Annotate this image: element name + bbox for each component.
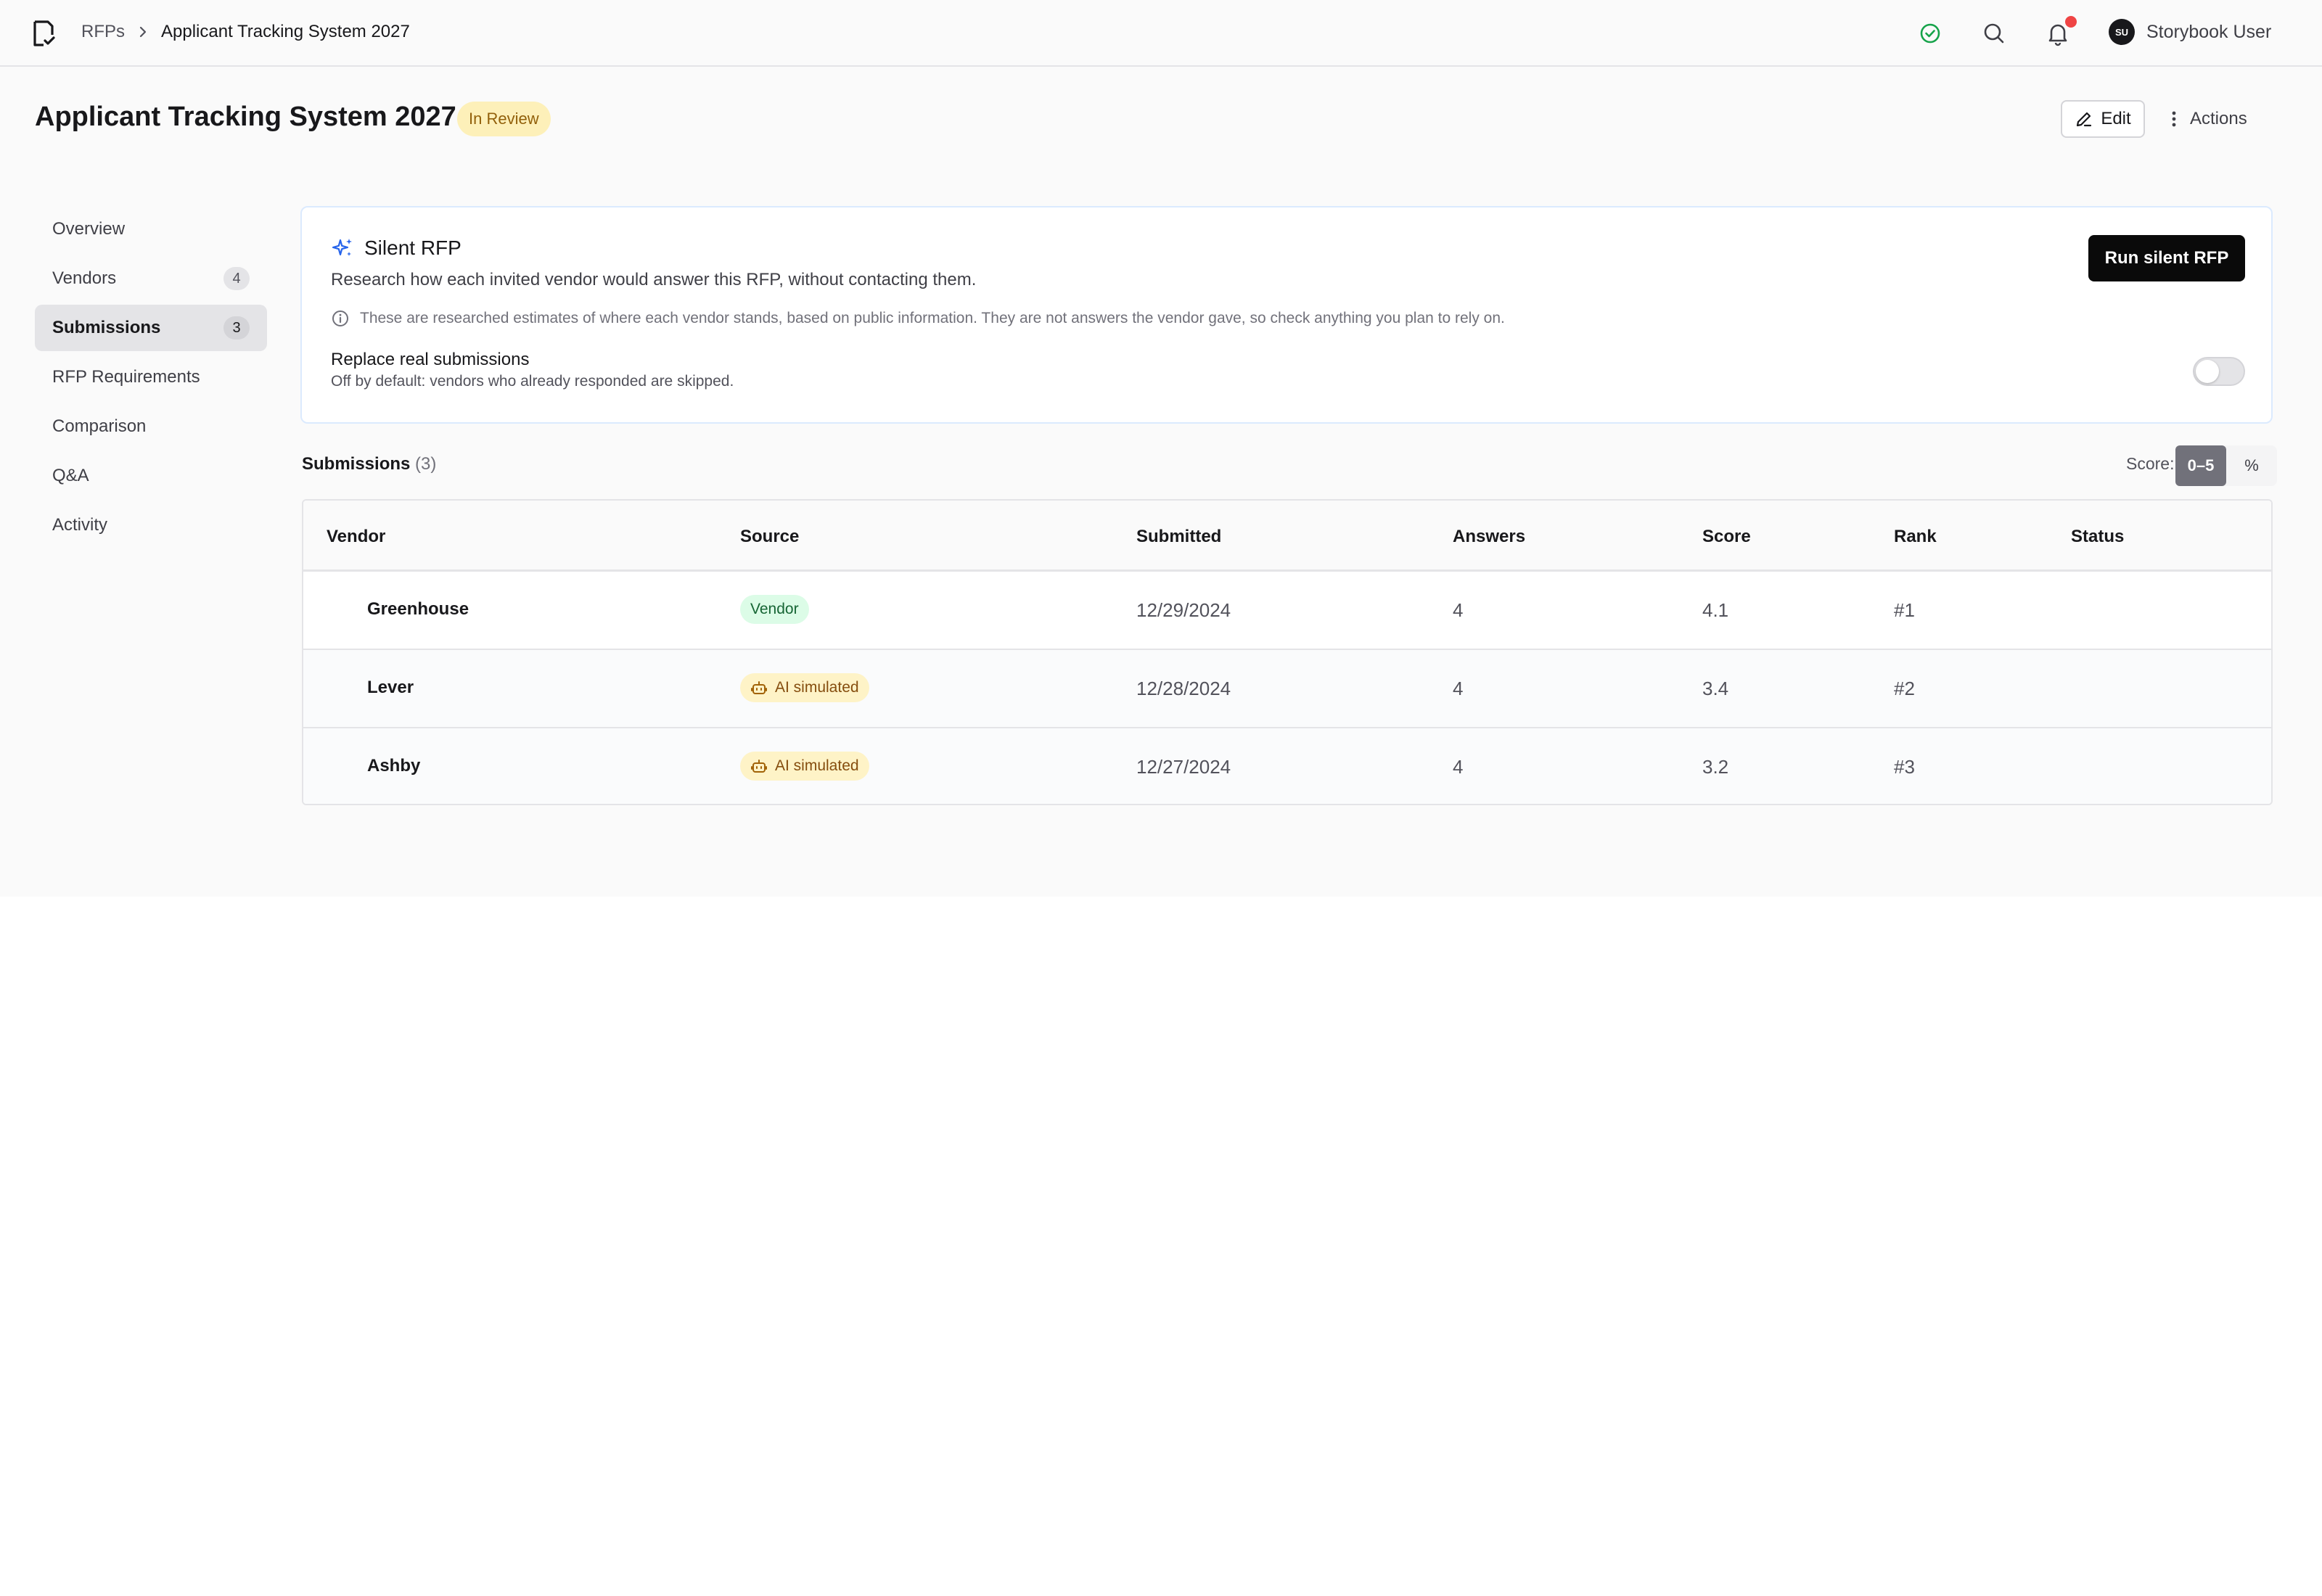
sidebar-item-vendors[interactable]: Vendors 4 (35, 255, 267, 302)
submitted-date: 12/28/2024 (1136, 678, 1231, 699)
document-check-logo-icon[interactable] (29, 19, 58, 48)
column-header-score[interactable]: Score (1702, 527, 1751, 547)
status-badge: In Review (457, 102, 551, 136)
sidebar-item-submissions[interactable]: Submissions 3 (35, 305, 267, 351)
actions-button-label: Actions (2190, 109, 2247, 128)
pencil-icon (2077, 112, 2092, 127)
sidebar: Overview Vendors 4 Submissions 3 RFP Req… (35, 206, 267, 551)
sidebar-item-label: Vendors (52, 268, 117, 288)
replace-submissions-help: Off by default: vendors who already resp… (331, 373, 734, 390)
silent-rfp-description: Research how each invited vendor would a… (331, 270, 977, 289)
search-icon[interactable] (1981, 20, 2007, 46)
submitted-date: 12/29/2024 (1136, 599, 1231, 621)
silent-rfp-disclaimer: These are researched estimates of where … (331, 309, 1505, 328)
score-mode-toggle: 0–5 % (2175, 445, 2277, 486)
sidebar-item-comparison[interactable]: Comparison (35, 403, 267, 450)
table-row[interactable]: Lever AI simulated 12/28/2024 4 3.4 #2 (303, 650, 2271, 728)
count-badge: 3 (223, 316, 250, 340)
submissions-heading: Submissions (3) (302, 454, 436, 474)
breadcrumb-rfps-link[interactable]: RFPs (81, 22, 125, 42)
source-badge-ai-simulated: AI simulated (740, 673, 869, 702)
answers-count: 4 (1453, 599, 1464, 621)
disclaimer-text: These are researched estimates of where … (360, 310, 1505, 326)
silent-rfp-header: Silent RFP (331, 236, 461, 260)
score-mode-0-5[interactable]: 0–5 (2175, 445, 2226, 486)
rank-value: #3 (1894, 756, 1915, 778)
top-bar: RFPs Applicant Tracking System 2027 SU S… (0, 0, 2322, 67)
sidebar-item-qa[interactable]: Q&A (35, 453, 267, 499)
user-menu[interactable]: SU Storybook User (2109, 19, 2271, 45)
rank-value: #2 (1894, 678, 1915, 699)
score-mode-percent[interactable]: % (2226, 445, 2277, 486)
page-title: Applicant Tracking System 2027 (35, 102, 456, 132)
sidebar-item-label: Submissions (52, 318, 161, 337)
source-label: Vendor (750, 601, 799, 617)
app-shell: RFPs Applicant Tracking System 2027 SU S… (0, 0, 2322, 897)
sidebar-item-label: Comparison (52, 416, 147, 436)
answers-count: 4 (1453, 678, 1464, 699)
edit-button[interactable]: Edit (2061, 100, 2145, 138)
table-header: Vendor Source Submitted Answers Score Ra… (303, 501, 2271, 572)
sidebar-item-overview[interactable]: Overview (35, 206, 267, 252)
toggle-knob (2196, 360, 2219, 383)
sidebar-item-rfp-requirements[interactable]: RFP Requirements (35, 354, 267, 400)
user-name: Storybook User (2146, 21, 2272, 42)
sidebar-item-label: Overview (52, 219, 126, 239)
submissions-title: Submissions (302, 454, 411, 474)
info-icon (332, 310, 348, 326)
score-mode-label: Score: (2126, 454, 2175, 473)
sidebar-item-label: RFP Requirements (52, 367, 200, 387)
replace-submissions-toggle[interactable] (2193, 357, 2245, 386)
source-label: AI simulated (775, 679, 859, 696)
breadcrumb-current: Applicant Tracking System 2027 (161, 22, 410, 41)
run-silent-rfp-button[interactable]: Run silent RFP (2088, 235, 2245, 281)
sync-status-check-icon[interactable] (1917, 20, 1943, 46)
score-value: 3.4 (1702, 678, 1729, 699)
vendor-name[interactable]: Ashby (367, 756, 420, 776)
breadcrumb: RFPs Applicant Tracking System 2027 (81, 22, 410, 42)
sidebar-item-label: Q&A (52, 466, 89, 485)
silent-rfp-title: Silent RFP (364, 236, 461, 259)
column-header-submitted[interactable]: Submitted (1136, 527, 1221, 547)
table-row[interactable]: Greenhouse Vendor 12/29/2024 4 4.1 #1 (303, 572, 2271, 650)
vendor-name[interactable]: Greenhouse (367, 599, 469, 620)
score-value: 3.2 (1702, 756, 1729, 778)
edit-button-label: Edit (2101, 109, 2131, 128)
vendor-name[interactable]: Lever (367, 678, 414, 698)
column-header-rank[interactable]: Rank (1894, 527, 1937, 547)
count-badge: 4 (223, 267, 250, 290)
rank-value: #1 (1894, 599, 1915, 621)
replace-submissions-label: Replace real submissions (331, 350, 530, 369)
score-value: 4.1 (1702, 599, 1729, 621)
more-vertical-icon (2172, 111, 2176, 127)
sidebar-item-label: Activity (52, 515, 108, 535)
silent-rfp-card: Silent RFP Research how each invited ven… (300, 206, 2273, 424)
sparkles-icon (332, 239, 352, 256)
table-row[interactable]: Ashby AI simulated 12/27/2024 4 3.2 #3 (303, 728, 2271, 804)
answers-count: 4 (1453, 756, 1464, 778)
column-header-vendor[interactable]: Vendor (327, 527, 385, 547)
avatar: SU (2109, 19, 2135, 45)
notification-dot (2065, 16, 2077, 28)
chevron-right-icon (139, 26, 147, 38)
robot-icon (751, 760, 767, 773)
column-header-source[interactable]: Source (740, 527, 799, 547)
sidebar-item-activity[interactable]: Activity (35, 502, 267, 548)
actions-button[interactable]: Actions (2165, 102, 2247, 136)
source-badge-vendor: Vendor (740, 595, 809, 624)
submissions-table: Vendor Source Submitted Answers Score Ra… (302, 499, 2273, 805)
column-header-answers[interactable]: Answers (1453, 527, 1525, 547)
source-label: AI simulated (775, 757, 859, 774)
source-badge-ai-simulated: AI simulated (740, 752, 869, 781)
submitted-date: 12/27/2024 (1136, 756, 1231, 778)
column-header-status[interactable]: Status (2071, 527, 2124, 547)
submissions-count: (3) (415, 454, 437, 474)
robot-icon (751, 681, 767, 694)
